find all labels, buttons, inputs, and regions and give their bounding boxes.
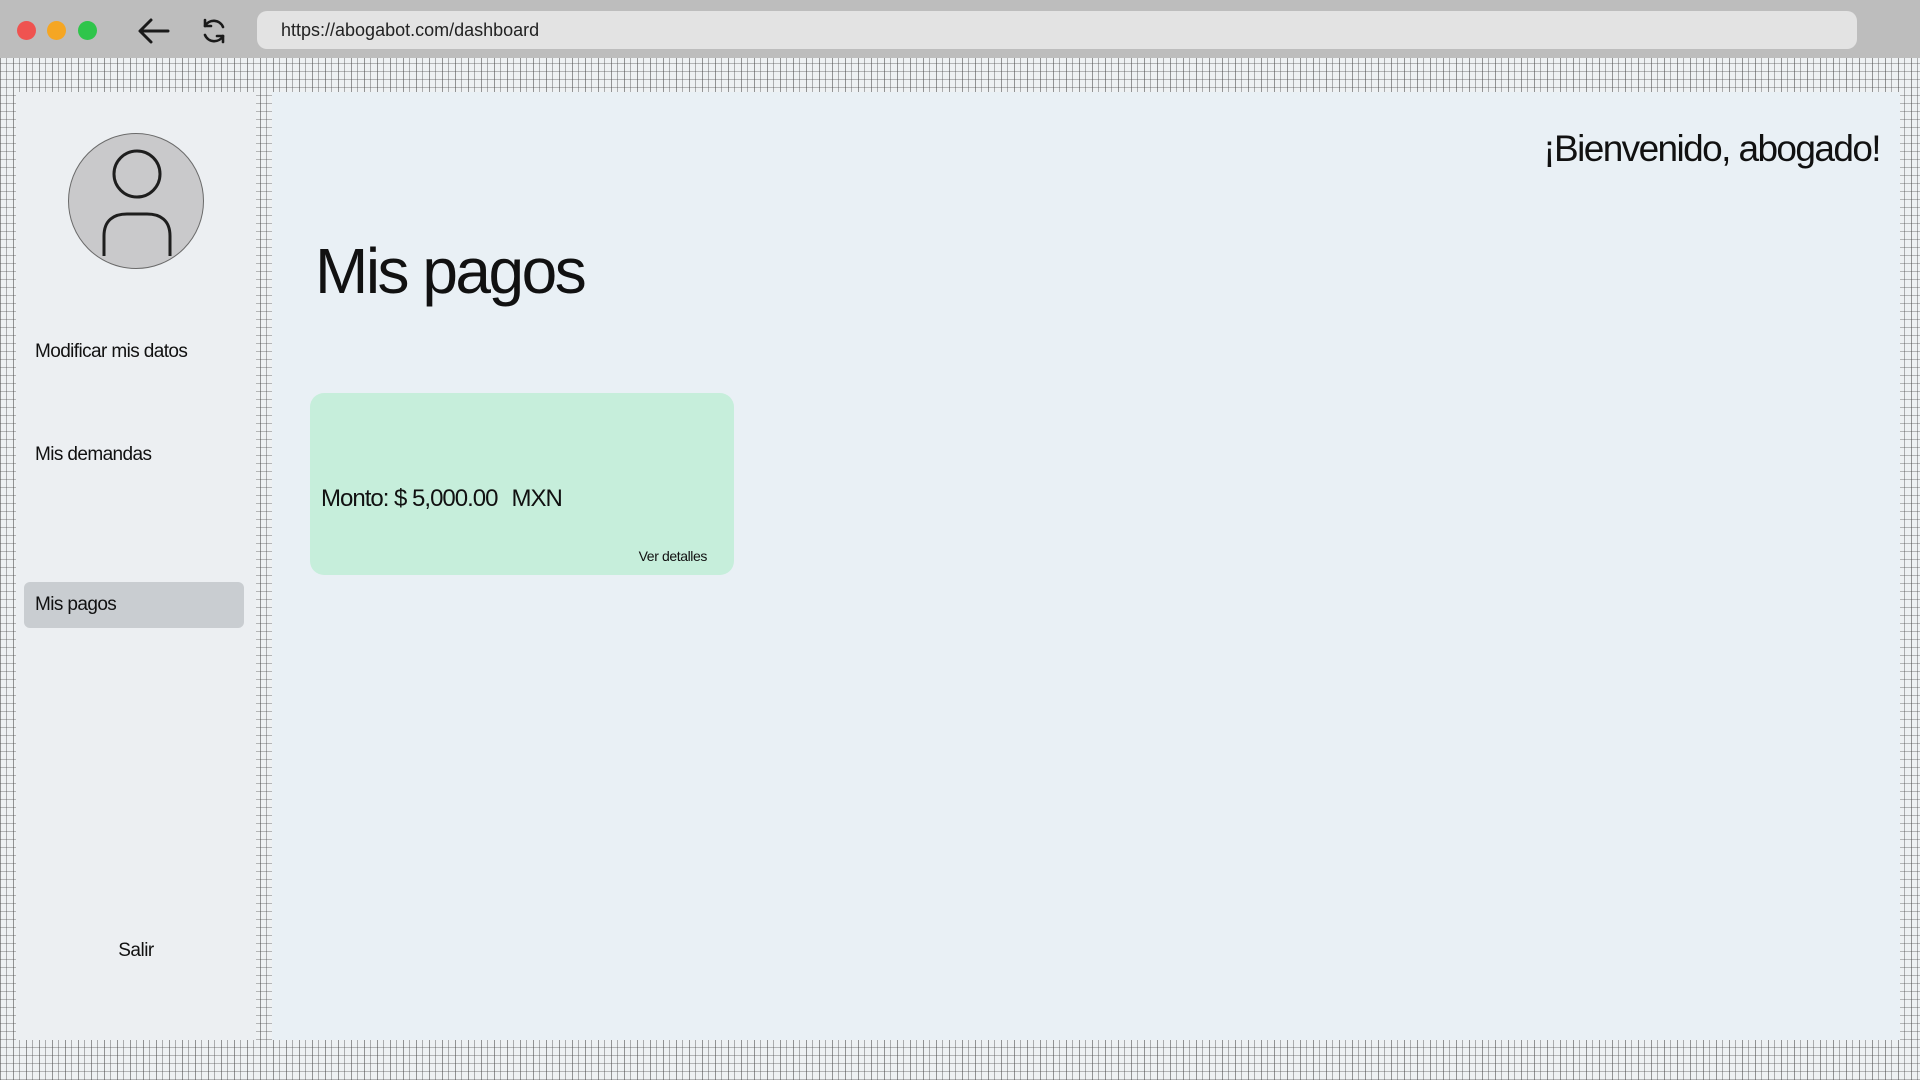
main-content: ¡Bienvenido, abogado! Mis pagos Monto: $… [272,92,1900,1040]
refresh-icon [203,18,225,44]
sidebar-item-label: Mis pagos [35,594,117,615]
sidebar-item-label: Modificar mis datos [35,341,188,362]
sidebar-item-mis-pagos[interactable]: Mis pagos [24,582,244,628]
sidebar: Modificar mis datos Mis demandas Mis pag… [16,92,256,1040]
arrow-left-icon [138,18,170,44]
logout-button[interactable]: Salir [16,940,256,962]
sidebar-item-label: Mis demandas [35,444,152,465]
welcome-message: ¡Bienvenido, abogado! [1543,128,1881,169]
page-title: Mis pagos [315,235,587,307]
sidebar-item-mis-demandas[interactable]: Mis demandas [24,432,244,478]
view-details-link[interactable]: Ver detalles [639,548,708,564]
sidebar-item-modificar-datos[interactable]: Modificar mis datos [24,329,244,375]
payment-amount-value: Monto: $ 5,000.00 [321,485,498,512]
browser-window: https://abogabot.com/dashboard Modificar… [0,0,1920,1080]
avatar[interactable] [68,133,204,269]
minimize-window-button[interactable] [47,21,66,40]
maximize-window-button[interactable] [78,21,97,40]
back-button[interactable] [135,12,173,50]
browser-toolbar: https://abogabot.com/dashboard [0,0,1920,58]
url-text: https://abogabot.com/dashboard [281,19,540,40]
payment-amount: Monto: $ 5,000.00 MXN [321,485,563,513]
address-bar[interactable]: https://abogabot.com/dashboard [257,11,1857,49]
page-background: Modificar mis datos Mis demandas Mis pag… [0,58,1920,1080]
payment-card[interactable]: Monto: $ 5,000.00 MXN Ver detalles [310,393,734,575]
close-window-button[interactable] [17,21,36,40]
payment-currency: MXN [511,485,562,512]
user-icon [102,149,172,256]
reload-button[interactable] [195,12,233,50]
